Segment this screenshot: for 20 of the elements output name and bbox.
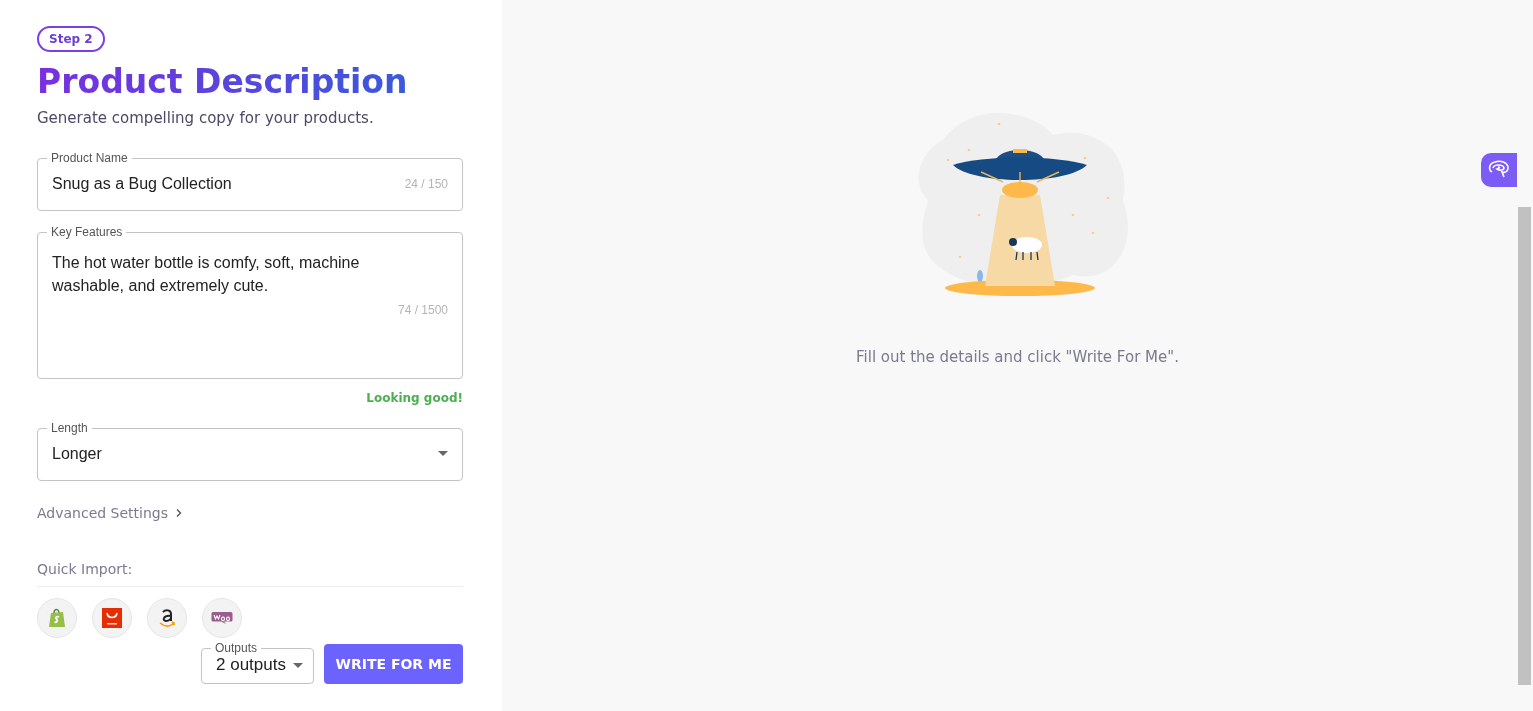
- character-counter: 74 / 1500: [397, 303, 448, 317]
- quick-import-label: Quick Import:: [37, 561, 133, 577]
- step-badge: Step 2: [37, 26, 105, 52]
- text-field[interactable]: Product Name Snug as a Bug Collection 24 / 150: [37, 151, 463, 211]
- import-button[interactable]: [147, 598, 187, 638]
- empty-state-message: Fill out the details and click "Write For Me".: [856, 348, 1179, 366]
- assistant-button[interactable]: [1481, 153, 1517, 187]
- select-field[interactable]: Length Longer: [37, 421, 463, 481]
- bag-icon: [48, 608, 66, 628]
- smile-arrow-icon: [158, 608, 176, 628]
- advanced-settings-link[interactable]: Advanced Settings: [37, 505, 185, 521]
- speech-bubble-icon: [211, 611, 233, 625]
- shop-icon: [102, 608, 122, 628]
- character-counter: 24 / 150: [404, 176, 448, 191]
- text-area[interactable]: Key Features The hot water bottle is comfy, soft, machine washable, and extremely cute. 74 / 1500: [37, 225, 463, 379]
- page-subtitle: Generate compelling copy for your products.: [37, 109, 374, 127]
- brain-icon: [1488, 160, 1510, 180]
- write-button[interactable]: WRITE FOR ME: [324, 644, 463, 684]
- outputs-select[interactable]: Outputs 2 outputs: [201, 641, 314, 684]
- validation-hint: Looking good!: [366, 391, 463, 405]
